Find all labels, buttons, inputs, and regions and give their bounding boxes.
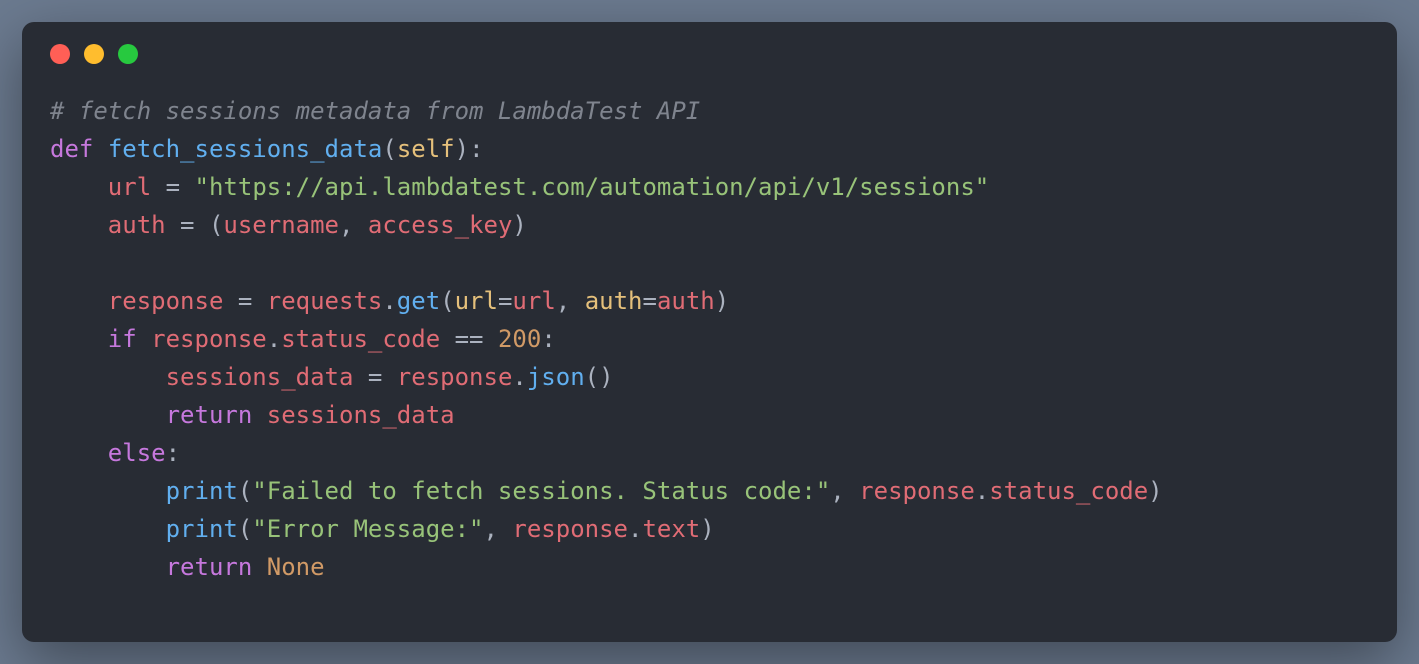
fn-get: get xyxy=(397,287,440,315)
id-username: username xyxy=(223,211,339,239)
var-sessions-data: sessions_data xyxy=(166,363,354,391)
id-access-key: access_key xyxy=(368,211,513,239)
string-err: "Error Message:" xyxy=(252,515,483,543)
fn-json: json xyxy=(527,363,585,391)
code-comment: # fetch sessions metadata from LambdaTes… xyxy=(50,97,700,125)
var-url: url xyxy=(108,173,151,201)
attr-text: text xyxy=(642,515,700,543)
var-response: response xyxy=(108,287,224,315)
param-self: self xyxy=(397,135,455,163)
keyword-if: if xyxy=(108,325,137,353)
keyword-else: else xyxy=(108,439,166,467)
string-url: "https://api.lambdatest.com/automation/a… xyxy=(195,173,990,201)
zoom-icon[interactable] xyxy=(118,44,138,64)
keyword-def: def xyxy=(50,135,93,163)
code-block: # fetch sessions metadata from LambdaTes… xyxy=(50,92,1369,586)
kwarg-url: url xyxy=(455,287,498,315)
num-200: 200 xyxy=(498,325,541,353)
const-none: None xyxy=(267,553,325,581)
minimize-icon[interactable] xyxy=(84,44,104,64)
code-window: # fetch sessions metadata from LambdaTes… xyxy=(22,22,1397,642)
id-requests: requests xyxy=(267,287,383,315)
keyword-return: return xyxy=(166,401,253,429)
kwarg-auth: auth xyxy=(585,287,643,315)
window-titlebar xyxy=(50,44,1369,64)
close-icon[interactable] xyxy=(50,44,70,64)
attr-status-code: status_code xyxy=(281,325,440,353)
var-auth: auth xyxy=(108,211,166,239)
string-fail: "Failed to fetch sessions. Status code:" xyxy=(252,477,830,505)
function-name: fetch_sessions_data xyxy=(108,135,383,163)
fn-print: print xyxy=(166,477,238,505)
